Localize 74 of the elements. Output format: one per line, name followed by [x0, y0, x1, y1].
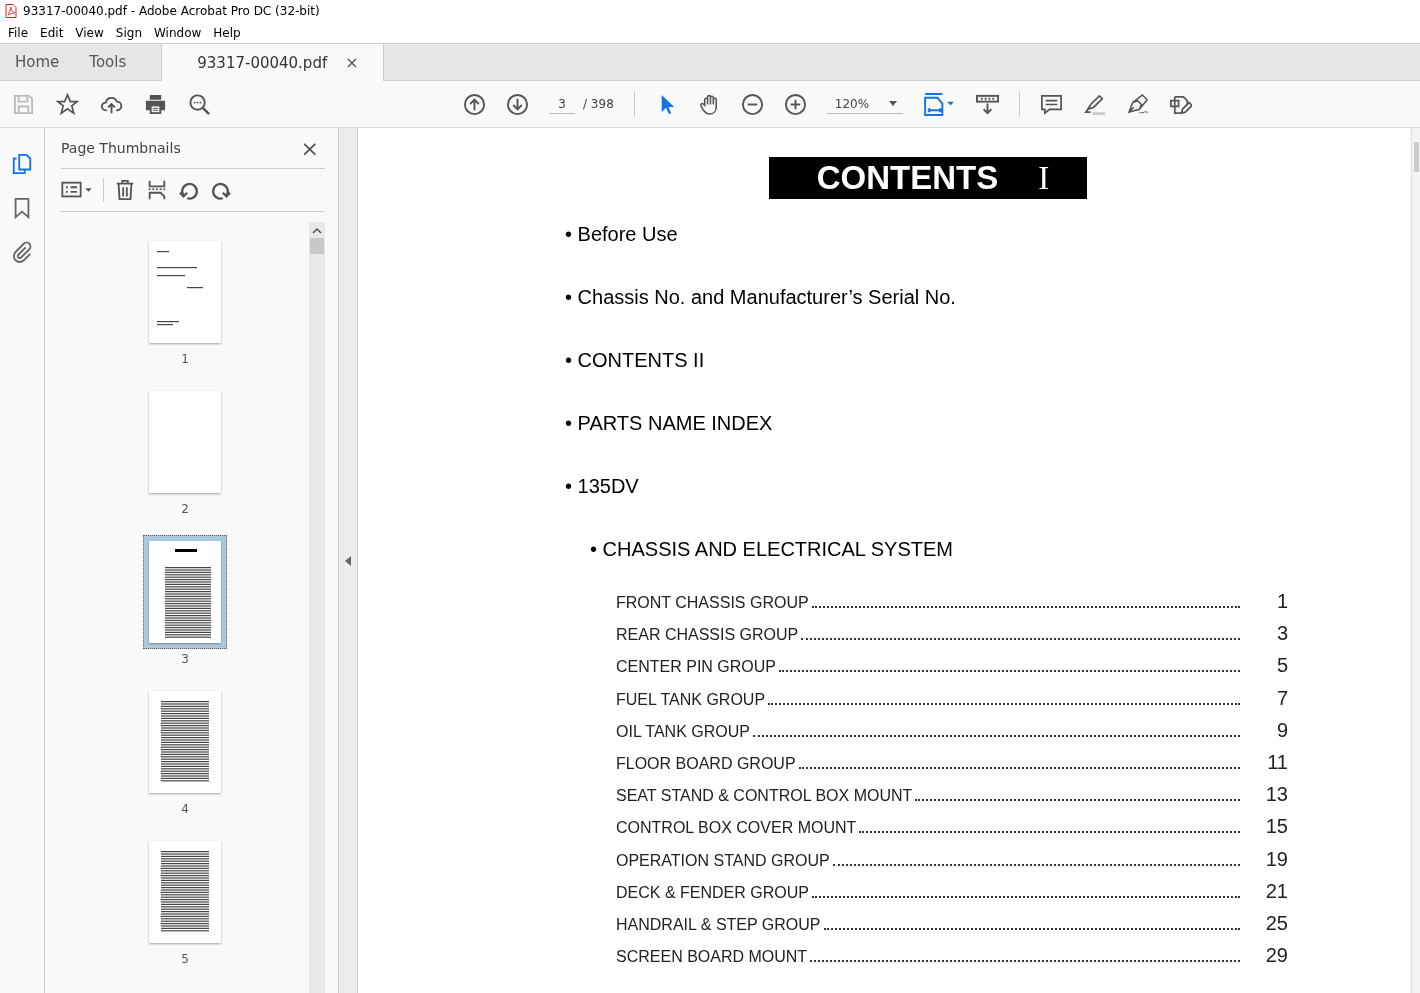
tab[interactable]: 93317-00040.pdf ×	[161, 44, 385, 81]
page-number-label: 4	[181, 802, 189, 816]
contents-entry[interactable]: FLOOR BOARD GROUP	[616, 754, 796, 773]
contents-section[interactable]: • CHASSIS AND ELECTRICAL SYSTEM	[590, 538, 954, 561]
contents-entry[interactable]: SEAT STAND & CONTROL BOX MOUNT	[616, 787, 913, 806]
contents-entry[interactable]: CENTER PIN GROUP	[616, 658, 776, 677]
menu-item[interactable]: Edit	[34, 25, 70, 40]
page-number: 5	[1275, 654, 1288, 678]
menu-item[interactable]: Sign	[109, 25, 148, 40]
page-number: 9	[1275, 718, 1288, 742]
page-number-label: 3	[181, 652, 189, 666]
scroll-up-icon[interactable]	[312, 228, 322, 234]
page-number: 7	[1275, 686, 1288, 710]
scrollbar-thumb[interactable]	[310, 238, 324, 254]
menu-item[interactable]: Help	[207, 25, 247, 40]
contents-entry[interactable]: SCREEN BOARD MOUNT	[616, 948, 808, 967]
page-number: 21	[1264, 879, 1288, 903]
page-number-label: 1	[181, 352, 189, 366]
comment-icon[interactable]	[1039, 92, 1063, 116]
pen-signature-icon[interactable]	[1125, 92, 1149, 116]
trash-icon[interactable]	[114, 179, 136, 201]
menu-item[interactable]: File	[2, 25, 35, 40]
page-number: 19	[1264, 847, 1288, 871]
menu-item[interactable]: View	[69, 25, 110, 40]
page-number-field[interactable]: 3	[549, 94, 575, 114]
page-total: / 398	[583, 97, 614, 111]
star-icon[interactable]	[56, 92, 79, 116]
page-number: 15	[1264, 815, 1288, 839]
insert-page-icon[interactable]	[146, 179, 168, 201]
zoom-out-icon[interactable]	[740, 92, 764, 116]
page-number: 29	[1264, 944, 1288, 968]
contents-entry[interactable]: FRONT CHASSIS GROUP	[616, 594, 809, 612]
contents-section[interactable]: • Chassis No. and Manufacturer’s Serial No.	[565, 286, 956, 309]
contents-section[interactable]: • 135DV	[565, 475, 639, 498]
tab[interactable]: Home	[0, 44, 75, 80]
page-number-label: 2	[181, 502, 189, 516]
contents-entry[interactable]: HANDRAIL & STEP GROUP	[616, 915, 821, 934]
contents-entry[interactable]: OPERATION STAND GROUP	[616, 851, 830, 870]
menu-item[interactable]: Window	[148, 25, 208, 40]
page-number: 25	[1264, 911, 1288, 935]
contents-section[interactable]: • PARTS NAME INDEX	[565, 412, 773, 435]
contents-entry[interactable]: CONTROL BOX COVER MOUNT	[616, 819, 857, 838]
page-thumbnail[interactable]	[143, 535, 227, 649]
zoom-in-icon[interactable]	[783, 92, 807, 116]
contents-section[interactable]: • CONTENTS II	[565, 349, 705, 372]
caret-icon	[888, 101, 897, 106]
zoom-dropdown[interactable]: 120%	[826, 94, 903, 114]
scrollbar-thumb[interactable]	[1414, 142, 1419, 172]
highlighter-icon[interactable]	[1082, 92, 1106, 116]
contents-entry[interactable]: OIL TANK GROUP	[616, 722, 750, 741]
pages-icon[interactable]	[11, 153, 33, 175]
panel-title: Page Thumbnails	[61, 140, 181, 156]
arrow-up-circle-icon[interactable]	[463, 92, 486, 116]
contents-heading: CONTENTS I	[769, 157, 1087, 199]
pdf-file-icon	[5, 4, 17, 18]
scroll-mode-icon[interactable]	[975, 92, 999, 116]
tab[interactable]: Tools	[74, 44, 142, 80]
page-number: 1	[1275, 590, 1288, 613]
paperclip-icon[interactable]	[11, 241, 33, 263]
contents-entry[interactable]: FUEL TANK GROUP	[616, 690, 766, 709]
contents-entry[interactable]: DECK & FENDER GROUP	[616, 883, 809, 902]
print-icon[interactable]	[144, 92, 167, 116]
page-number: 3	[1275, 622, 1288, 646]
window-title: 93317-00040.pdf - Adobe Acrobat Pro DC (32-bit)	[23, 4, 320, 18]
close-button[interactable]: ×	[294, 135, 325, 161]
arrow-down-circle-icon[interactable]	[506, 92, 529, 116]
contents-entry[interactable]: REAR CHASSIS GROUP	[616, 626, 799, 645]
contents-section[interactable]: • Before Use	[565, 223, 678, 246]
fit-page-icon[interactable]	[922, 92, 956, 116]
page-number: 13	[1264, 783, 1288, 807]
page-number-label: 5	[181, 952, 189, 966]
collapse-panel-icon[interactable]	[345, 555, 351, 566]
page-number: 11	[1266, 750, 1288, 774]
search-icon[interactable]	[188, 92, 211, 116]
